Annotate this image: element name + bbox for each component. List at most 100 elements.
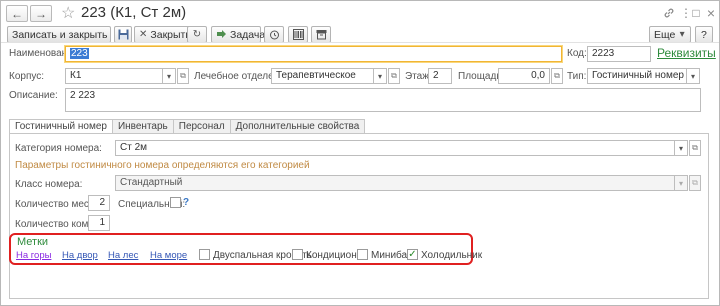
type-select[interactable]: Гостиничный номер — [587, 68, 687, 84]
floor-input[interactable]: 2 — [428, 68, 452, 84]
type-label: Тип: — [567, 71, 587, 82]
tab-panel-hotel-room — [9, 133, 709, 299]
building-value: К1 — [70, 70, 82, 81]
favorite-star-icon[interactable]: ☆ — [61, 3, 75, 23]
type-dropdown-button[interactable]: ▾ — [687, 68, 700, 84]
building-label: Корпус: — [9, 71, 45, 82]
rooms-input[interactable]: 1 — [88, 215, 110, 231]
back-button[interactable]: ← — [6, 5, 28, 22]
area-input[interactable]: 0,0 — [498, 68, 550, 84]
tag-link-yard[interactable]: На двор — [62, 250, 98, 261]
department-open-button[interactable]: ⧉ — [388, 68, 400, 84]
building-select[interactable]: К1 — [65, 68, 163, 84]
reminder-button[interactable] — [264, 26, 284, 43]
forward-button[interactable]: → — [30, 5, 52, 22]
history-button[interactable]: ↻ — [187, 26, 207, 43]
beds-input[interactable]: 2 — [88, 195, 110, 211]
barcode-icon — [292, 29, 304, 41]
floor-value: 2 — [433, 70, 439, 81]
chevron-down-icon: ▾ — [679, 29, 685, 40]
class-open-button: ⧉ — [689, 175, 701, 191]
description-label: Описание: — [9, 90, 58, 101]
app-window: ← → ☆ 223 (К1, Ст 2м) ⋮ □ × Записать и з… — [0, 0, 720, 306]
double-bed-checkbox[interactable] — [199, 249, 210, 260]
save-and-close-button[interactable]: Записать и закрыть — [7, 26, 111, 43]
tag-link-mountains[interactable]: На горы — [16, 250, 51, 261]
more-label: Еще — [654, 28, 676, 41]
type-value: Гостиничный номер — [592, 70, 684, 81]
beds-value: 2 — [99, 197, 105, 208]
special-checkbox[interactable] — [170, 197, 181, 208]
tab-inventory[interactable]: Инвентарь — [111, 119, 174, 134]
department-value: Терапевтическое — [276, 70, 356, 81]
link-icon[interactable] — [661, 5, 677, 21]
building-dropdown-button[interactable]: ▾ — [163, 68, 176, 84]
class-input: Стандартный — [115, 175, 675, 191]
minibar-checkbox[interactable] — [357, 249, 368, 260]
open-icon: ⧉ — [692, 143, 698, 152]
close-button[interactable]: ✕ Закрыть — [134, 26, 192, 43]
tag-link-sea[interactable]: На море — [150, 250, 187, 261]
tag-link-forest[interactable]: На лес — [108, 250, 138, 261]
barcode-button[interactable] — [288, 26, 308, 43]
floppy-icon — [117, 29, 129, 41]
category-select[interactable]: Ст 2м — [115, 140, 675, 156]
help-button[interactable]: ? — [695, 26, 713, 43]
help-label: ? — [701, 28, 707, 41]
arrow-left-icon: ← — [11, 6, 23, 21]
building-open-button[interactable]: ⧉ — [177, 68, 189, 84]
toolbar-divider — [1, 42, 719, 43]
category-dropdown-button[interactable]: ▾ — [675, 140, 688, 156]
calculator-icon: ⧉ — [554, 71, 560, 80]
maximize-icon[interactable]: □ — [688, 5, 704, 21]
task-icon — [216, 29, 227, 41]
open-icon: ⧉ — [180, 71, 186, 80]
area-calculator-button[interactable]: ⧉ — [551, 68, 563, 84]
requisites-link[interactable]: Реквизиты — [657, 46, 716, 60]
tags-title: Метки — [17, 236, 49, 248]
department-dropdown-button[interactable]: ▾ — [374, 68, 387, 84]
checkmark-icon: ✓ — [408, 248, 417, 260]
close-window-icon[interactable]: × — [703, 5, 719, 21]
title-bar: ← → ☆ 223 (К1, Ст 2м) ⋮ □ × — [1, 1, 719, 25]
beds-label: Количество мест: — [15, 199, 97, 210]
tab-staff[interactable]: Персонал — [172, 119, 231, 134]
chevron-down-icon: ▾ — [377, 71, 382, 81]
code-value: 2223 — [592, 48, 615, 59]
tags-group: Метки На горы На двор На лес На море Дву… — [9, 233, 482, 265]
description-value: 2 223 — [70, 90, 96, 101]
close-label: Закрыть — [150, 28, 191, 41]
department-select[interactable]: Терапевтическое — [271, 68, 374, 84]
category-hint: Параметры гостиничного номера определяют… — [15, 160, 310, 171]
save-close-label: Записать и закрыть — [12, 28, 108, 41]
tab-additional-properties[interactable]: Дополнительные свойства — [229, 119, 366, 134]
chevron-down-icon: ▾ — [690, 71, 695, 81]
fridge-checkbox[interactable]: ✓ — [407, 249, 418, 260]
category-label: Категория номера: — [15, 143, 102, 154]
area-value: 0,0 — [531, 70, 545, 81]
name-value: 223 — [70, 48, 89, 59]
tab-bar: Гостиничный номер Инвентарь Персонал Доп… — [9, 119, 366, 135]
category-open-button[interactable]: ⧉ — [689, 140, 701, 156]
special-help-icon[interactable]: ? — [183, 197, 189, 208]
rooms-value: 1 — [99, 217, 105, 228]
task-label: Задача — [230, 28, 266, 41]
name-input[interactable]: 223 — [65, 46, 562, 62]
chevron-down-icon: ▾ — [166, 71, 171, 81]
save-button[interactable] — [114, 26, 132, 43]
chevron-down-icon: ▾ — [678, 178, 683, 188]
archive-icon — [315, 29, 327, 41]
air-conditioner-checkbox[interactable] — [292, 249, 303, 260]
code-input[interactable]: 2223 — [587, 46, 651, 62]
class-value: Стандартный — [120, 177, 183, 188]
archive-button[interactable] — [311, 26, 331, 43]
open-icon: ⧉ — [692, 178, 698, 187]
fridge-label: Холодильник — [421, 250, 483, 261]
description-textarea[interactable]: 2 223 — [65, 88, 701, 112]
arrow-right-icon: → — [35, 6, 47, 21]
more-button[interactable]: Еще ▾ — [649, 26, 691, 43]
class-label: Класс номера: — [15, 179, 83, 190]
task-button[interactable]: Задача — [211, 26, 265, 43]
alarm-clock-icon — [268, 29, 280, 41]
open-icon: ⧉ — [391, 71, 397, 80]
